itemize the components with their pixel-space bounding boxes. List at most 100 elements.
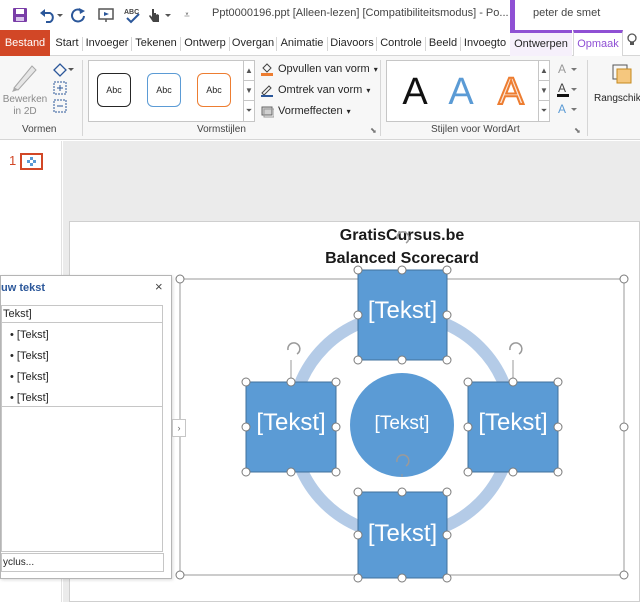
user-name[interactable]: peter de smet [533, 7, 600, 19]
tab-ontwerpen[interactable]: Ontwerpen [510, 30, 572, 56]
tab-divider [460, 37, 461, 51]
shape-outline-button[interactable]: Omtrek van vorm ▾ [260, 83, 370, 97]
resize-handle[interactable] [619, 422, 629, 432]
tab-invoegtoepassingen[interactable]: Invoegto [462, 30, 508, 56]
slide-thumbnail[interactable] [20, 153, 43, 170]
chevron-down-icon: ▾ [373, 64, 378, 74]
pen-icon [261, 85, 273, 97]
group-divider [380, 60, 381, 136]
ribbon-body: Bewerken in 2D Vormen Abc Abc Abc ▲ ▼ ⏷ … [0, 56, 640, 140]
text-pane-edit-area[interactable] [1, 407, 163, 552]
slideshow-icon[interactable] [96, 5, 116, 25]
chevron-right-icon[interactable]: › [172, 419, 186, 437]
tab-controleren[interactable]: Controle [378, 30, 424, 56]
larger-icon[interactable] [52, 80, 68, 96]
bullet-icon: • [10, 350, 14, 362]
arrange-icon[interactable] [611, 63, 633, 85]
gallery-more-icon[interactable]: ⏷ [243, 100, 255, 122]
shape-style-2[interactable]: Abc [147, 73, 181, 107]
wordart-down-icon[interactable]: ▼ [538, 80, 550, 101]
tell-me-icon[interactable] [624, 30, 640, 56]
edit-2d-label-1: Bewerken [2, 94, 48, 105]
tab-opmaak[interactable]: Opmaak [573, 30, 623, 57]
tab-overgangen[interactable]: Overgan [231, 30, 275, 56]
wordart-up-icon[interactable]: ▲ [538, 60, 550, 81]
wordart-more-icon[interactable]: ⏷ [538, 100, 550, 122]
wordart-style-2[interactable]: A [441, 67, 481, 117]
tab-invoegen[interactable]: Invoeger [84, 30, 130, 56]
resize-handle[interactable] [619, 274, 629, 284]
smartart-text-pane: uw tekst × Tekst] • [Tekst] • [Tekst] • … [0, 275, 172, 579]
list-item[interactable]: • [Tekst] [10, 350, 49, 362]
gallery-down-icon[interactable]: ▼ [243, 80, 255, 101]
text-pane-layout-link[interactable]: yclus... [1, 553, 164, 572]
tab-divider [229, 37, 230, 51]
shape-style-3[interactable]: Abc [197, 73, 231, 107]
spelling-icon[interactable]: ABC [122, 5, 144, 25]
tab-bestand[interactable]: Bestand [0, 30, 50, 56]
shape-style-1[interactable]: Abc [97, 73, 131, 107]
tab-divider [131, 37, 132, 51]
tab-tekenen[interactable]: Tekenen [133, 30, 179, 56]
list-item[interactable]: • [Tekst] [10, 329, 49, 341]
svg-text:A: A [558, 81, 566, 95]
box-left-label[interactable]: [Tekst] [246, 409, 336, 437]
close-icon[interactable]: × [155, 279, 163, 294]
tab-beeld[interactable]: Beeld [427, 30, 459, 56]
undo-icon[interactable] [38, 5, 64, 25]
box-bottom-label[interactable]: [Tekst] [358, 520, 447, 548]
text-pane-first-field[interactable]: Tekst] [1, 305, 163, 323]
edit-2d-icon[interactable] [8, 62, 42, 92]
slide-title-line-2[interactable]: Balanced Scorecard [302, 250, 502, 268]
shape-style-gallery[interactable]: Abc Abc Abc [88, 60, 244, 122]
center-circle-label[interactable]: [Tekst] [350, 413, 454, 435]
smaller-icon[interactable] [52, 98, 68, 114]
tab-diavoorstelling[interactable]: Diavoors [329, 30, 375, 56]
shape-effects-label: Vormeffecten [278, 105, 343, 117]
redo-icon[interactable] [68, 5, 88, 25]
gallery-up-icon[interactable]: ▲ [243, 60, 255, 81]
list-item-text: [Tekst] [16, 371, 49, 383]
box-top-label[interactable]: [Tekst] [358, 297, 447, 325]
wordart-gallery[interactable]: A A A [386, 60, 550, 122]
list-item-text: [Tekst] [16, 329, 49, 341]
list-item[interactable]: • [Tekst] [10, 371, 49, 383]
wordart-style-1[interactable]: A [395, 67, 435, 117]
account-accent-bar [510, 0, 515, 30]
tab-animaties[interactable]: Animatie [278, 30, 326, 56]
arrange-button-label[interactable]: Rangschikken [594, 93, 640, 104]
tab-start[interactable]: Start [52, 30, 82, 56]
shape-fill-label: Opvullen van vorm [278, 63, 370, 75]
text-effects-icon[interactable]: A [557, 101, 579, 117]
change-shape-icon[interactable] [52, 62, 74, 78]
ribbon-tabs: Bestand Start Invoeger Tekenen Ontwerp O… [0, 30, 640, 57]
slide-number: 1 [9, 153, 17, 168]
save-icon[interactable] [10, 5, 30, 25]
list-item[interactable]: • [Tekst] [10, 392, 49, 404]
chevron-down-icon: ▾ [366, 85, 371, 95]
shape-outline-label: Omtrek van vorm [278, 84, 363, 96]
dialog-launcher-icon[interactable]: ⬊ [370, 126, 377, 135]
list-item-text: [Tekst] [16, 350, 49, 362]
group-divider [587, 60, 588, 136]
edit-2d-button[interactable]: Bewerken in 2D [2, 94, 48, 118]
shape-fill-button[interactable]: Opvullen van vorm ▾ [260, 62, 378, 76]
qat-customize-icon[interactable]: ⩡ [180, 5, 194, 25]
dialog-launcher-icon[interactable]: ⬊ [574, 126, 581, 135]
bullet-icon: • [10, 371, 14, 383]
touch-mode-icon[interactable] [146, 5, 174, 25]
tab-divider [376, 37, 377, 51]
resize-handle[interactable] [619, 570, 629, 580]
box-right-label[interactable]: [Tekst] [468, 409, 558, 437]
group-label-vormstijlen: Vormstijlen [197, 124, 246, 135]
chevron-down-icon: ▾ [346, 106, 351, 116]
wordart-style-3[interactable]: A [491, 67, 531, 117]
resize-handle[interactable] [175, 570, 185, 580]
text-outline-icon[interactable]: A [557, 81, 579, 97]
shape-effects-button[interactable]: Vormeffecten ▾ [260, 104, 351, 118]
slide-title-line-1[interactable]: GratisCursus.be [302, 227, 502, 245]
group-label-wordart: Stijlen voor WordArt [431, 124, 520, 135]
resize-handle[interactable] [175, 274, 185, 284]
tab-ontwerp[interactable]: Ontwerp [182, 30, 228, 56]
text-fill-icon[interactable]: A [557, 61, 579, 77]
